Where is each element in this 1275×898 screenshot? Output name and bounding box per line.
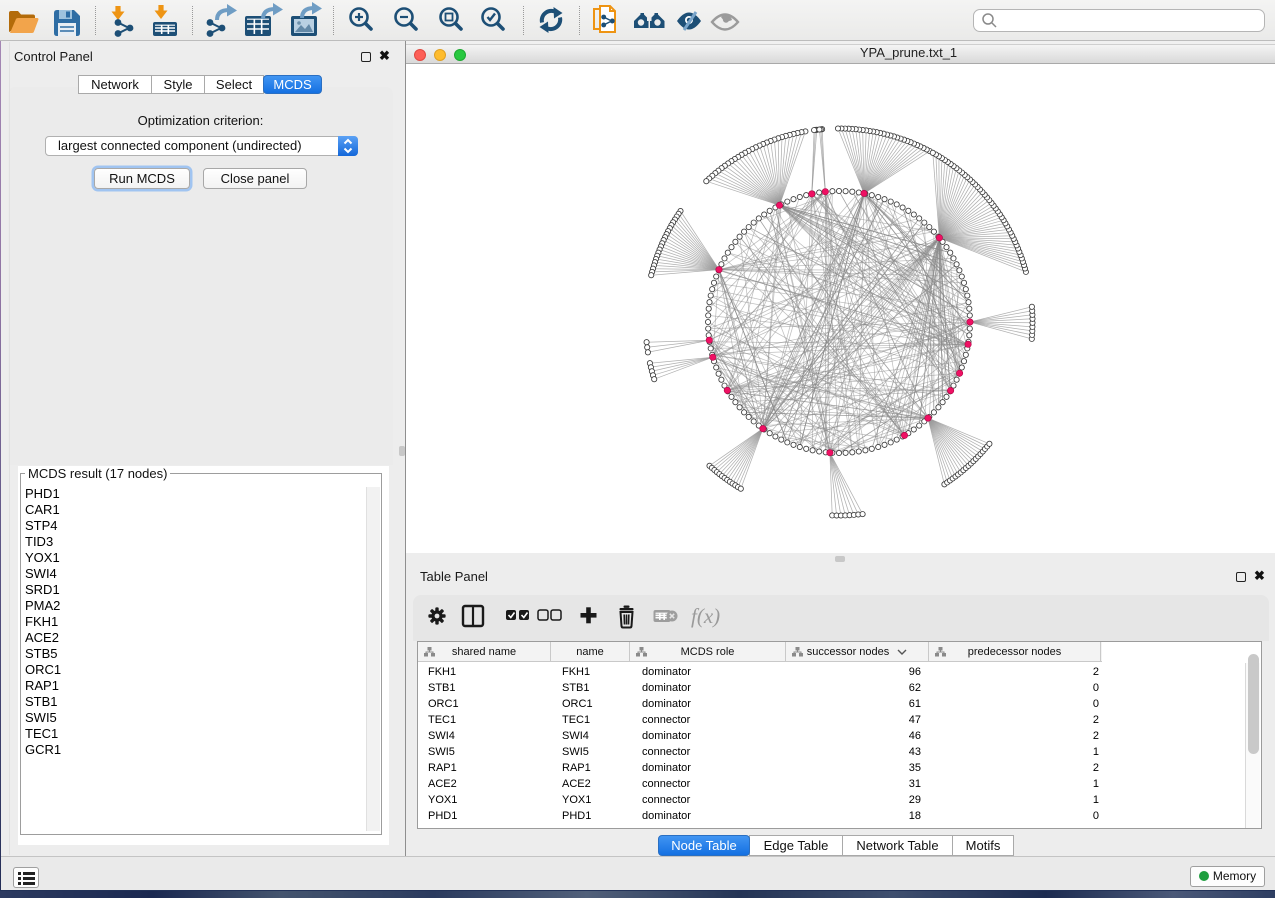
svg-text:f(x): f(x) <box>691 604 720 628</box>
